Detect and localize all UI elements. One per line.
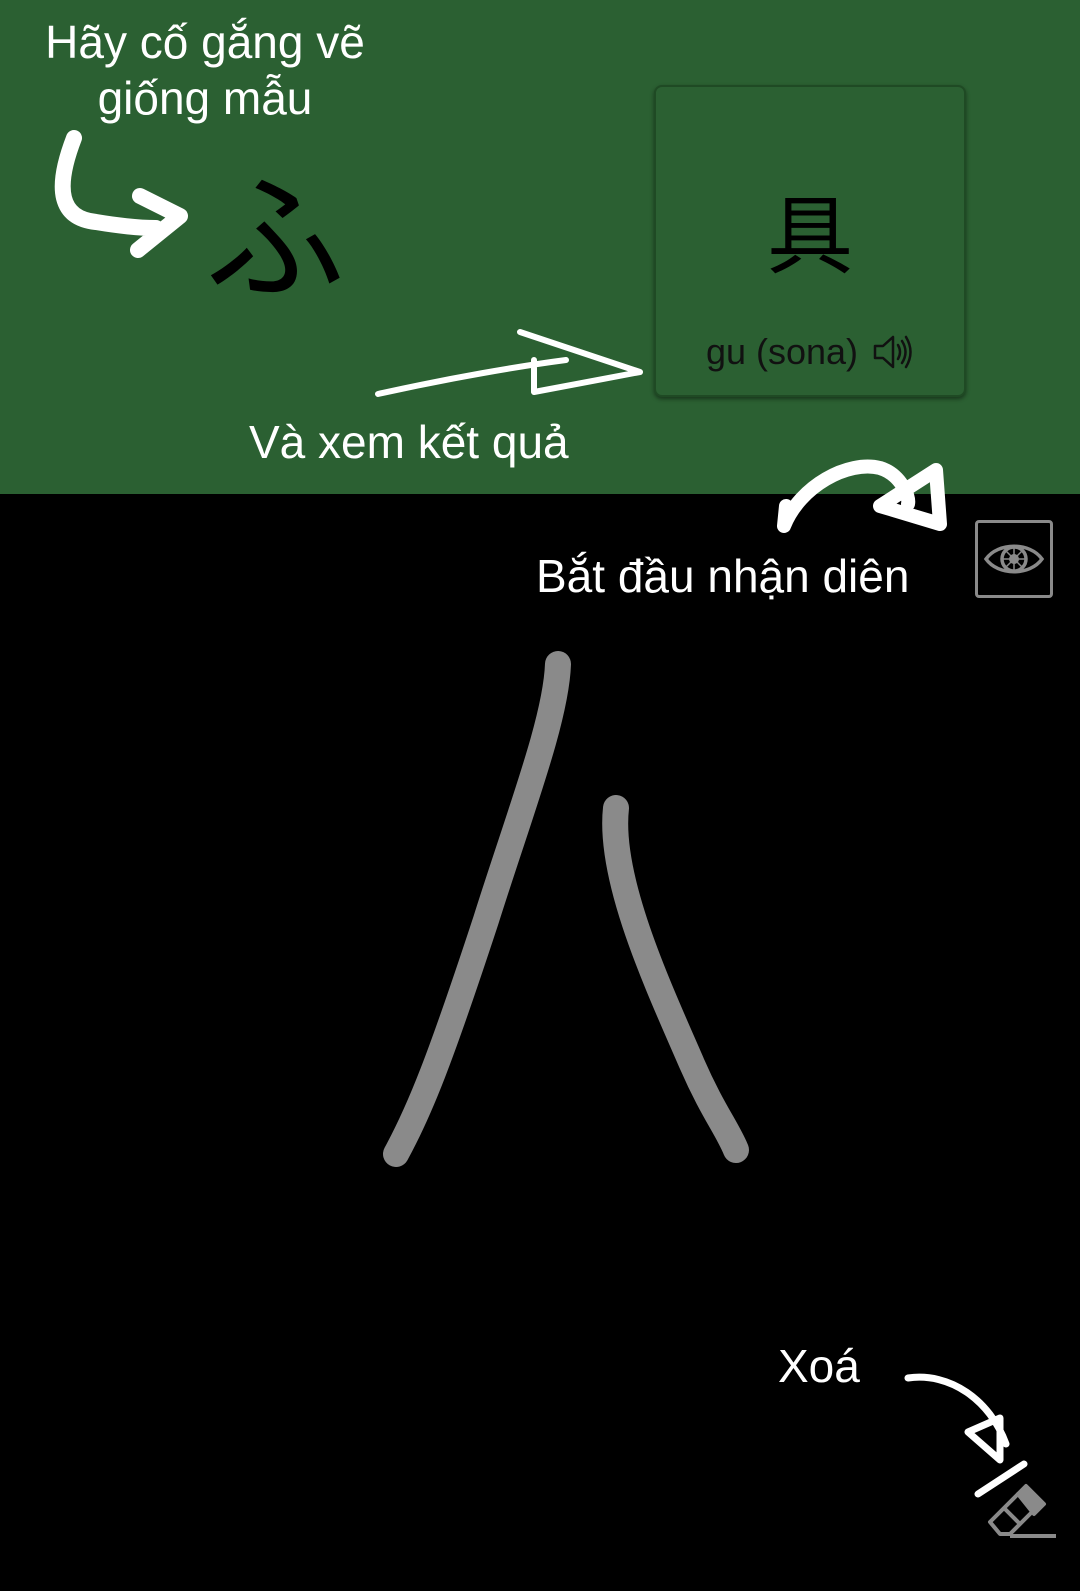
result-reading-row[interactable]: gu (sona)	[656, 327, 964, 377]
eraser-icon	[988, 1484, 1056, 1538]
clear-arrow-annotation	[904, 1373, 1028, 1498]
result-reading: gu (sona)	[705, 331, 859, 372]
stroke-right	[602, 795, 749, 1163]
hint-see-result: Và xem kết quả	[249, 416, 569, 468]
hint-clear: Xoá	[778, 1340, 860, 1392]
hint-start-recognition: Bắt đầu nhận diên	[536, 550, 910, 602]
eraser-button[interactable]	[982, 1478, 1058, 1542]
result-arrow-annotation	[375, 329, 643, 397]
eye-icon	[983, 544, 1045, 574]
hook-arrow-annotation	[54, 130, 188, 258]
user-strokes	[383, 651, 749, 1167]
stroke-left	[383, 651, 571, 1167]
recognize-button[interactable]	[975, 520, 1053, 598]
result-card[interactable]: 具 gu (sona)	[654, 85, 966, 397]
hint-draw-like-sample: Hãy cố gắng vẽ giống mẫu	[45, 16, 365, 124]
speaker-icon[interactable]	[872, 333, 914, 371]
result-kanji: 具	[767, 189, 853, 285]
recognize-arrow-annotation	[777, 459, 947, 533]
sample-character: ふ	[205, 161, 346, 318]
